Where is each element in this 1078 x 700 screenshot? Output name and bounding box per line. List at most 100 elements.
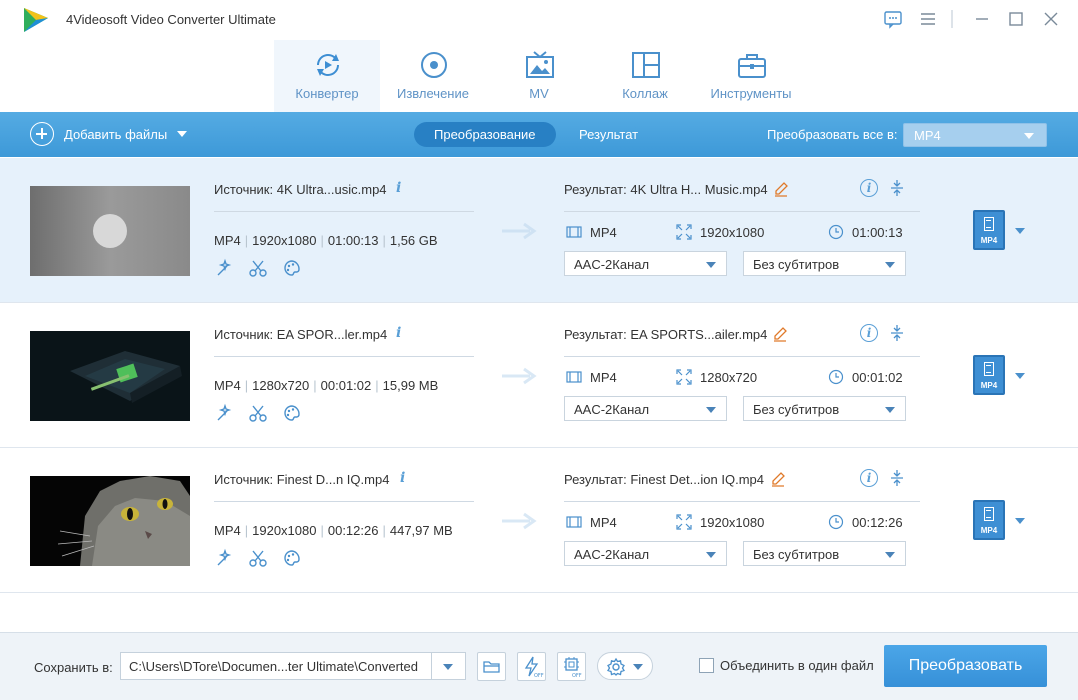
divider <box>564 501 920 502</box>
bottom-bar: Сохранить в: C:\Users\DTore\Documen...te… <box>0 632 1078 700</box>
source-size: 447,97 MB <box>389 523 453 538</box>
output-info-icon[interactable]: i <box>860 469 878 487</box>
divider <box>214 211 474 212</box>
tab-converter[interactable]: Конвертер <box>274 40 380 112</box>
menu-icon[interactable] <box>917 8 939 30</box>
chevron-down-icon[interactable] <box>1015 518 1025 524</box>
palette-icon[interactable] <box>282 548 302 568</box>
output-duration: 00:12:26 <box>828 514 903 530</box>
chevron-down-icon[interactable] <box>1015 228 1025 234</box>
save-path-field[interactable]: C:\Users\DTore\Documen...ter Ultimate\Co… <box>120 652 466 680</box>
tab-toolbox[interactable]: Инструменты <box>698 40 804 112</box>
cut-icon[interactable] <box>248 403 268 423</box>
open-folder-button[interactable] <box>477 652 506 681</box>
info-icon[interactable]: i <box>396 325 401 341</box>
chevron-down-icon <box>706 552 716 558</box>
convert-all-format-select[interactable]: MP4 <box>903 123 1047 147</box>
output-format-button[interactable]: MP4 <box>973 355 1005 395</box>
chevron-down-icon[interactable] <box>443 664 453 670</box>
output-format-button[interactable]: MP4 <box>973 500 1005 540</box>
info-icon[interactable]: i <box>396 180 401 196</box>
tab-mv[interactable]: MV <box>486 40 592 112</box>
cut-icon[interactable] <box>248 258 268 278</box>
palette-icon[interactable] <box>282 403 302 423</box>
video-format-icon <box>566 516 582 528</box>
audio-track-select[interactable]: AAC-2Канал <box>564 541 727 566</box>
output-format: MP4 <box>566 514 617 530</box>
enhance-icon[interactable] <box>214 258 234 278</box>
enhance-icon[interactable] <box>214 403 234 423</box>
settings-button[interactable] <box>597 652 653 680</box>
subtitle-select[interactable]: Без субтитров <box>743 396 906 421</box>
output-duration: 00:01:02 <box>828 369 903 385</box>
video-thumbnail <box>30 476 190 566</box>
result-file-name: Результат: 4K Ultra H... Music.mp4 <box>564 182 768 197</box>
output-resolution: 1920x1080 <box>676 224 764 240</box>
output-resolution: 1280x720 <box>676 369 757 385</box>
output-format-button[interactable]: MP4 <box>973 210 1005 250</box>
add-files-label: Добавить файлы <box>64 126 168 142</box>
resolution-icon <box>676 514 692 530</box>
audio-track-select[interactable]: AAC-2Канал <box>564 251 727 276</box>
source-duration: 00:01:02 <box>320 378 372 393</box>
save-to-label: Сохранить в: <box>34 660 113 675</box>
audio-track-value: AAC-2Канал <box>574 257 650 272</box>
tab-collage[interactable]: Коллаж <box>592 40 698 112</box>
hardware-accel-button[interactable]: OFF <box>517 652 546 681</box>
tab-result[interactable]: Результат <box>559 122 658 147</box>
compress-icon[interactable] <box>888 469 906 487</box>
mv-icon <box>526 51 554 78</box>
svg-text:OFF: OFF <box>534 673 544 679</box>
merge-label[interactable]: Объединить в один файл <box>720 658 874 673</box>
source-resolution: 1280x720 <box>252 378 310 393</box>
tab-ripper[interactable]: Извлечение <box>380 40 486 112</box>
minimize-icon[interactable] <box>971 8 993 30</box>
add-files-button[interactable]: Добавить файлы <box>30 122 188 146</box>
compress-icon[interactable] <box>888 324 906 342</box>
format-badge-label: MP4 <box>980 381 998 390</box>
edit-name-icon[interactable] <box>772 326 788 342</box>
edit-name-icon[interactable] <box>773 181 789 197</box>
source-meta: MP4 | 1920x1080 | 00:12:26 | 447,97 MB <box>214 523 453 538</box>
feedback-icon[interactable] <box>882 8 904 30</box>
clock-icon <box>828 224 844 240</box>
toolbox-icon <box>738 54 766 78</box>
chevron-down-icon[interactable] <box>1015 373 1025 379</box>
lightning-off-icon: OFF <box>524 656 544 679</box>
file-row[interactable]: Источник: EA SPOR...ler.mp4 i MP4 | 1280x… <box>0 303 1078 448</box>
output-format-value: MP4 <box>590 369 617 385</box>
info-icon[interactable]: i <box>400 470 405 486</box>
output-info-icon[interactable]: i <box>860 179 878 197</box>
compress-icon[interactable] <box>888 179 906 197</box>
arrow-right-icon <box>502 367 537 385</box>
clock-icon <box>828 369 844 385</box>
tab-label: MV <box>529 86 549 101</box>
folder-icon <box>483 661 500 673</box>
tab-convert[interactable]: Преобразование <box>414 122 556 147</box>
subtitle-select[interactable]: Без субтитров <box>743 251 906 276</box>
convert-button[interactable]: Преобразовать <box>884 645 1047 687</box>
merge-checkbox[interactable] <box>699 658 714 673</box>
subtitle-select[interactable]: Без субтитров <box>743 541 906 566</box>
source-meta: MP4 | 1280x720 | 00:01:02 | 15,99 MB <box>214 378 439 393</box>
maximize-icon[interactable] <box>1005 8 1027 30</box>
audio-track-select[interactable]: AAC-2Канал <box>564 396 727 421</box>
edit-name-icon[interactable] <box>770 471 786 487</box>
output-format: MP4 <box>566 369 617 385</box>
source-size: 1,56 GB <box>389 233 438 248</box>
cut-icon[interactable] <box>248 548 268 568</box>
output-info-icon[interactable]: i <box>860 324 878 342</box>
file-row[interactable]: Источник: Finest D...n IQ.mp4 i MP4 | 192… <box>0 448 1078 593</box>
edit-tools <box>214 403 316 423</box>
source-duration: 01:00:13 <box>327 233 379 248</box>
source-meta: MP4 | 1920x1080 | 01:00:13 | 1,56 GB <box>214 233 438 248</box>
file-row[interactable]: Источник: 4K Ultra...usic.mp4 i MP4 | 192… <box>0 158 1078 303</box>
palette-icon[interactable] <box>282 258 302 278</box>
resolution-icon <box>676 224 692 240</box>
source-duration: 00:12:26 <box>327 523 379 538</box>
close-icon[interactable] <box>1040 8 1062 30</box>
chevron-down-icon[interactable] <box>177 131 188 137</box>
arrow-right-icon <box>502 222 537 240</box>
gpu-accel-button[interactable]: OFF <box>557 652 586 681</box>
enhance-icon[interactable] <box>214 548 234 568</box>
